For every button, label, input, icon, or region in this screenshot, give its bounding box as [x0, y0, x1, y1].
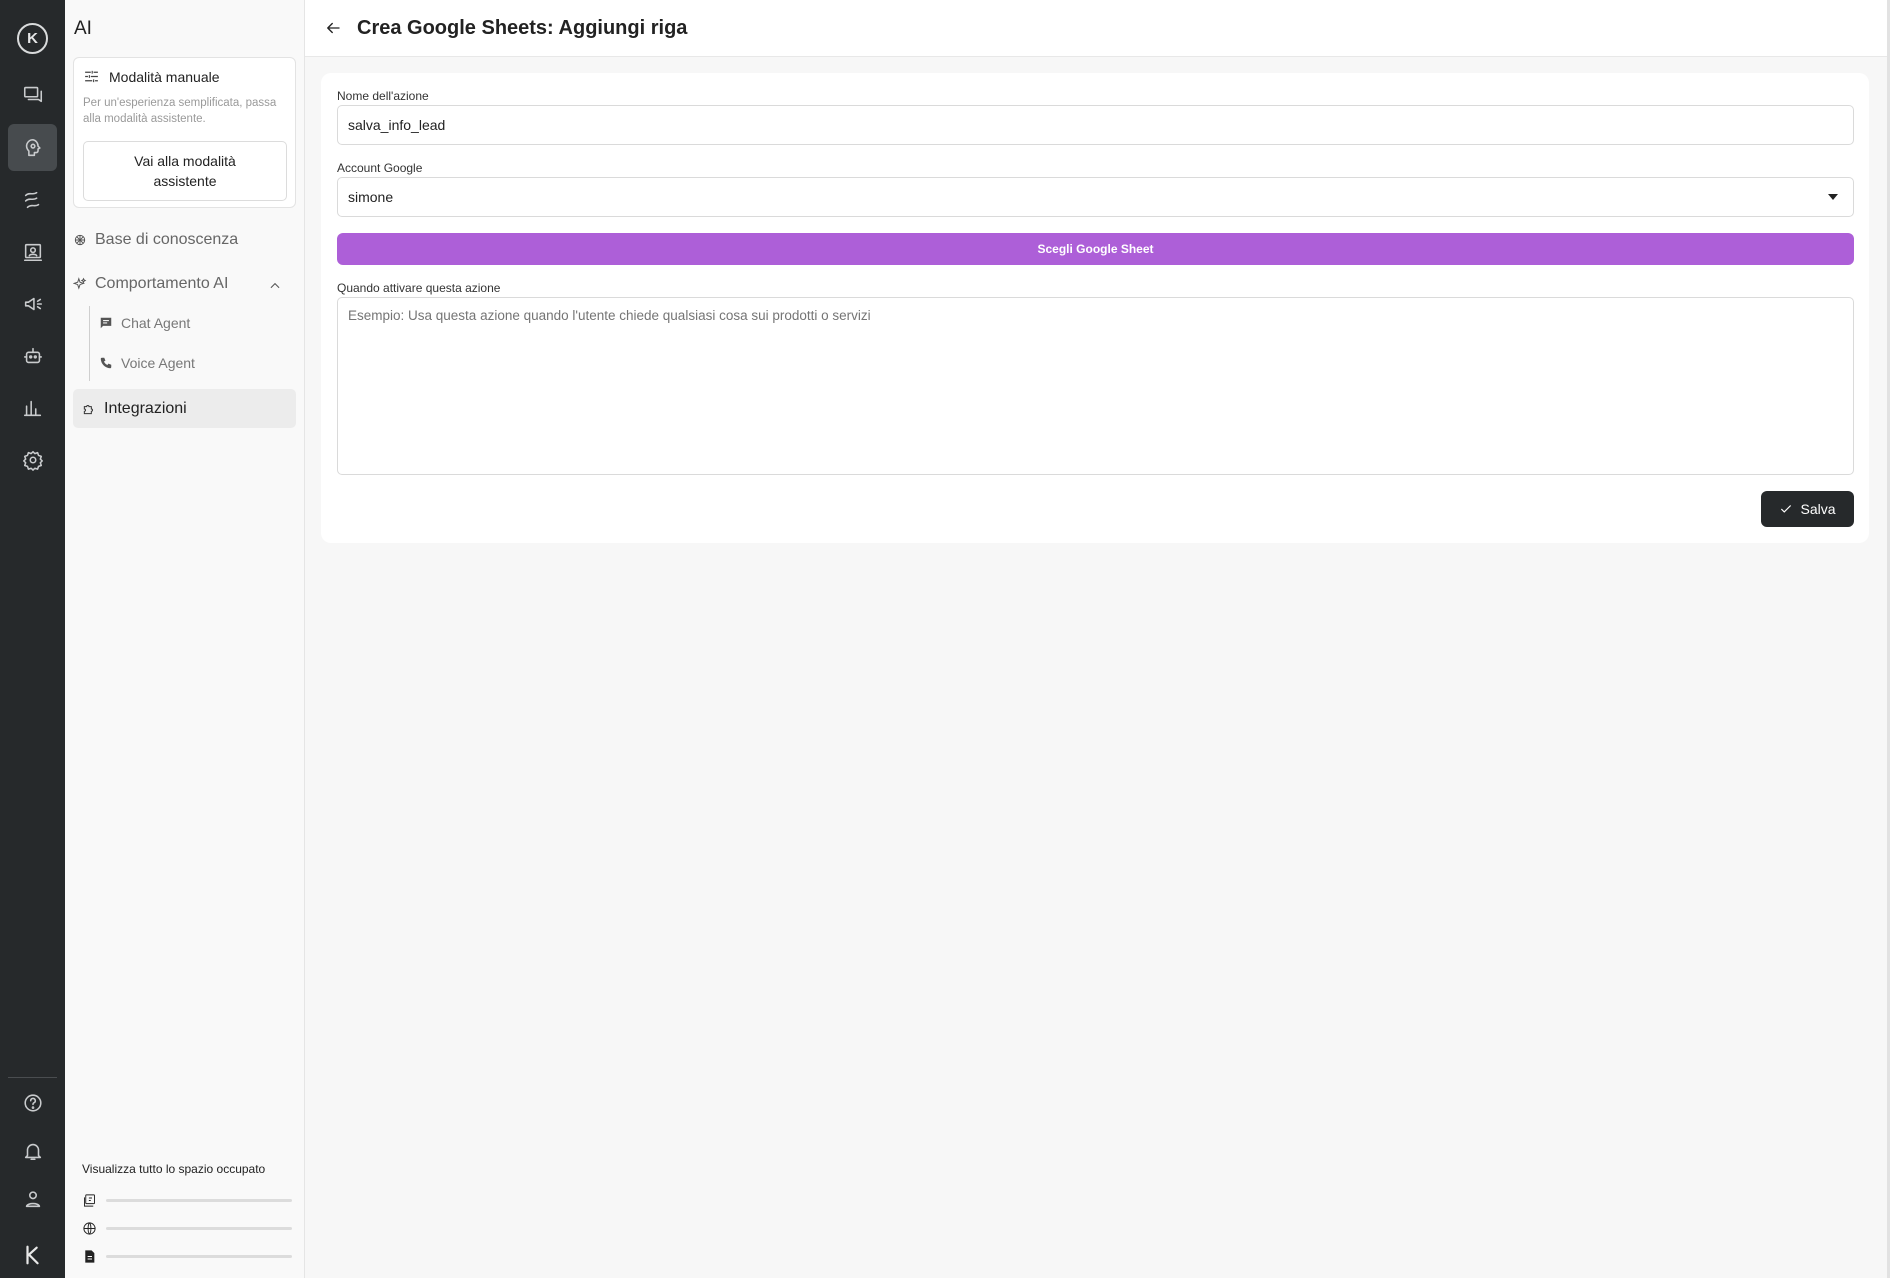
- storage-bar-files: [106, 1254, 292, 1258]
- storage-bar-web: [106, 1226, 292, 1230]
- google-account-select[interactable]: simone: [337, 177, 1854, 217]
- google-account-value: simone: [348, 189, 394, 205]
- nav-knowledge-base[interactable]: Base di conoscenza: [73, 231, 238, 249]
- documents-icon: [84, 1193, 95, 1207]
- storage-row-documents: [82, 1186, 292, 1214]
- analytics-icon[interactable]: [8, 384, 57, 431]
- nav-integrations[interactable]: Integrazioni: [73, 389, 296, 428]
- contacts-icon[interactable]: [8, 228, 57, 275]
- chat-icon: [100, 317, 112, 329]
- trigger-label: Quando attivare questa azione: [337, 281, 501, 295]
- ai-icon[interactable]: [8, 124, 57, 171]
- nav-integrations-label: Integrazioni: [104, 399, 187, 417]
- page-header: Crea Google Sheets: Aggiungi riga: [305, 0, 1887, 57]
- brain-icon: [74, 234, 86, 246]
- sidebar-title: AI: [74, 18, 92, 39]
- chevron-up-icon[interactable]: [268, 279, 282, 293]
- rail-divider: [8, 1077, 57, 1078]
- arrow-left-icon: [327, 22, 340, 34]
- nav-ai-behavior-label: Comportamento AI: [95, 275, 229, 292]
- puzzle-icon: [83, 404, 93, 414]
- page-title: Crea Google Sheets: Aggiungi riga: [357, 17, 688, 39]
- globe-icon: [83, 1221, 96, 1235]
- sliders-icon: [85, 70, 98, 83]
- action-form-card: Nome dell'azione salva_info_lead Account…: [321, 73, 1869, 543]
- app-rail: K: [0, 0, 65, 1278]
- user-icon[interactable]: [8, 1175, 57, 1222]
- flows-icon[interactable]: [8, 176, 57, 223]
- mode-header: Modalità manuale: [83, 68, 220, 85]
- nav-voice-agent[interactable]: Voice Agent: [99, 355, 195, 371]
- settings-icon[interactable]: [8, 436, 57, 483]
- phone-icon: [100, 357, 112, 369]
- mode-card: Modalità manuale Per un'esperienza sempl…: [73, 57, 296, 208]
- save-button[interactable]: Salva: [1761, 491, 1854, 527]
- mode-description: Per un'esperienza semplificata, passa al…: [83, 97, 277, 125]
- submenu-line: [89, 306, 90, 381]
- file-icon: [85, 1249, 95, 1263]
- back-button[interactable]: [324, 19, 344, 39]
- bell-icon[interactable]: [8, 1127, 57, 1174]
- storage-bar-documents: [106, 1198, 292, 1202]
- logo-icon[interactable]: K: [8, 15, 57, 62]
- bot-icon[interactable]: [8, 332, 57, 379]
- help-icon[interactable]: [8, 1079, 57, 1126]
- brand-icon[interactable]: [8, 1231, 57, 1278]
- caret-down-icon: [1828, 194, 1838, 200]
- nav-knowledge-base-label: Base di conoscenza: [95, 231, 239, 248]
- campaigns-icon[interactable]: [8, 280, 57, 327]
- sidebar: AI Modalità manuale Per un'esperienza se…: [65, 0, 305, 1278]
- trigger-textarea[interactable]: [337, 297, 1854, 475]
- storage-usage[interactable]: Visualizza tutto lo spazio occupato: [82, 1162, 292, 1270]
- storage-row-files: [82, 1242, 292, 1270]
- storage-row-web: [82, 1214, 292, 1242]
- conversations-icon[interactable]: [8, 70, 57, 117]
- check-icon: [1781, 505, 1792, 513]
- google-account-label: Account Google: [337, 161, 423, 175]
- storage-title[interactable]: Visualizza tutto lo spazio occupato: [82, 1162, 292, 1176]
- save-button-label: Salva: [1800, 501, 1836, 517]
- nav-ai-behavior[interactable]: Comportamento AI: [73, 275, 228, 293]
- choose-google-sheet-button[interactable]: Scegli Google Sheet: [337, 233, 1854, 265]
- nav-chat-agent-label: Chat Agent: [121, 315, 191, 331]
- mode-title: Modalità manuale: [109, 68, 220, 85]
- switch-assistant-mode-button[interactable]: Vai alla modalità assistente: [83, 141, 287, 201]
- action-name-input[interactable]: salva_info_lead: [337, 105, 1854, 145]
- action-name-value: salva_info_lead: [348, 117, 446, 133]
- sparkle-icon: [73, 277, 87, 290]
- action-name-label: Nome dell'azione: [337, 89, 429, 103]
- nav-voice-agent-label: Voice Agent: [121, 355, 195, 371]
- nav-chat-agent[interactable]: Chat Agent: [99, 315, 190, 331]
